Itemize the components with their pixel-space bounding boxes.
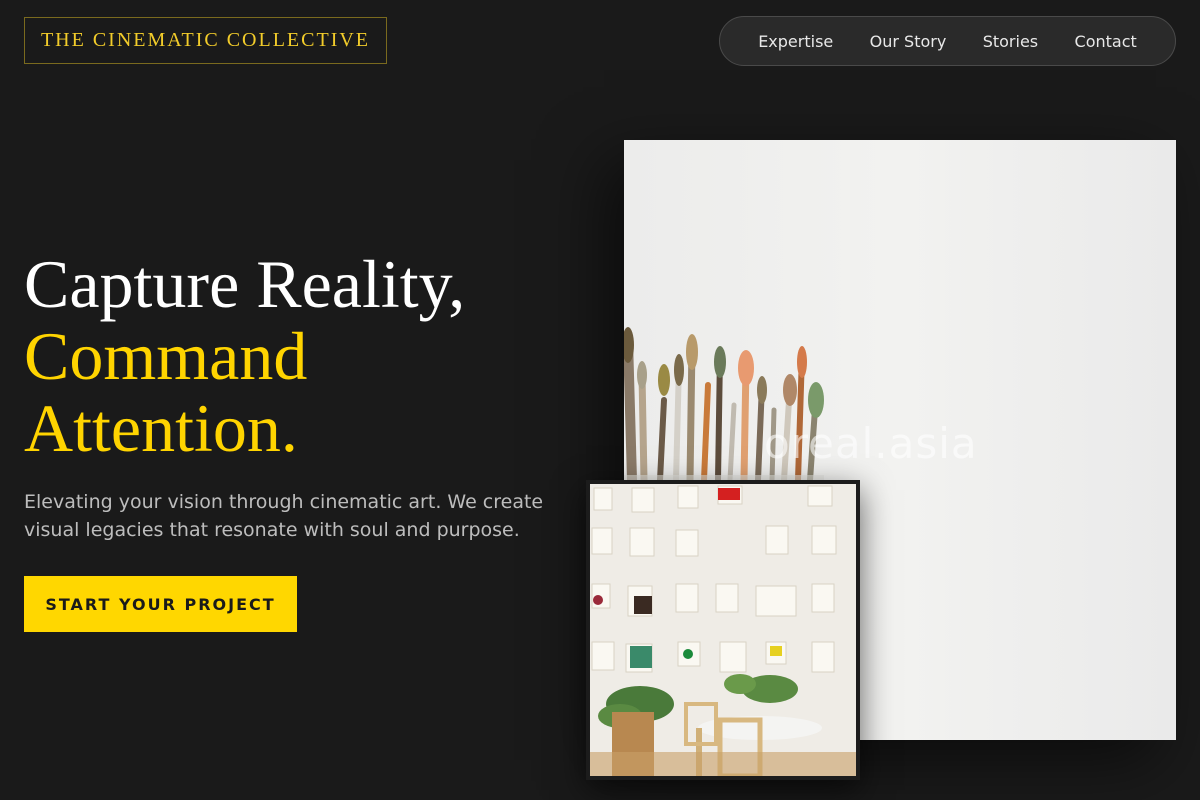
nav-link-our-story[interactable]: Our Story — [870, 32, 947, 51]
hero-headline: Capture Reality, Command Attention. — [24, 248, 584, 464]
headline-line-3: Attention. — [24, 390, 298, 466]
image-watermark: oreal.asia — [764, 419, 978, 468]
page: THE CINEMATIC COLLECTIVE Expertise Our S… — [0, 0, 1200, 800]
nav-link-stories[interactable]: Stories — [983, 32, 1038, 51]
main-nav: Expertise Our Story Stories Contact — [719, 16, 1176, 66]
moodboard-image — [586, 480, 860, 780]
nav-link-expertise[interactable]: Expertise — [758, 32, 833, 51]
headline-line-2: Command — [24, 318, 308, 394]
moodboard-illustration — [590, 484, 856, 776]
hero-subtitle: Elevating your vision through cinematic … — [24, 491, 544, 541]
nav-link-contact[interactable]: Contact — [1075, 32, 1137, 51]
headline-line-1: Capture Reality, — [24, 246, 466, 322]
brand-logo[interactable]: THE CINEMATIC COLLECTIVE — [24, 17, 387, 64]
start-project-button[interactable]: START YOUR PROJECT — [24, 576, 297, 632]
